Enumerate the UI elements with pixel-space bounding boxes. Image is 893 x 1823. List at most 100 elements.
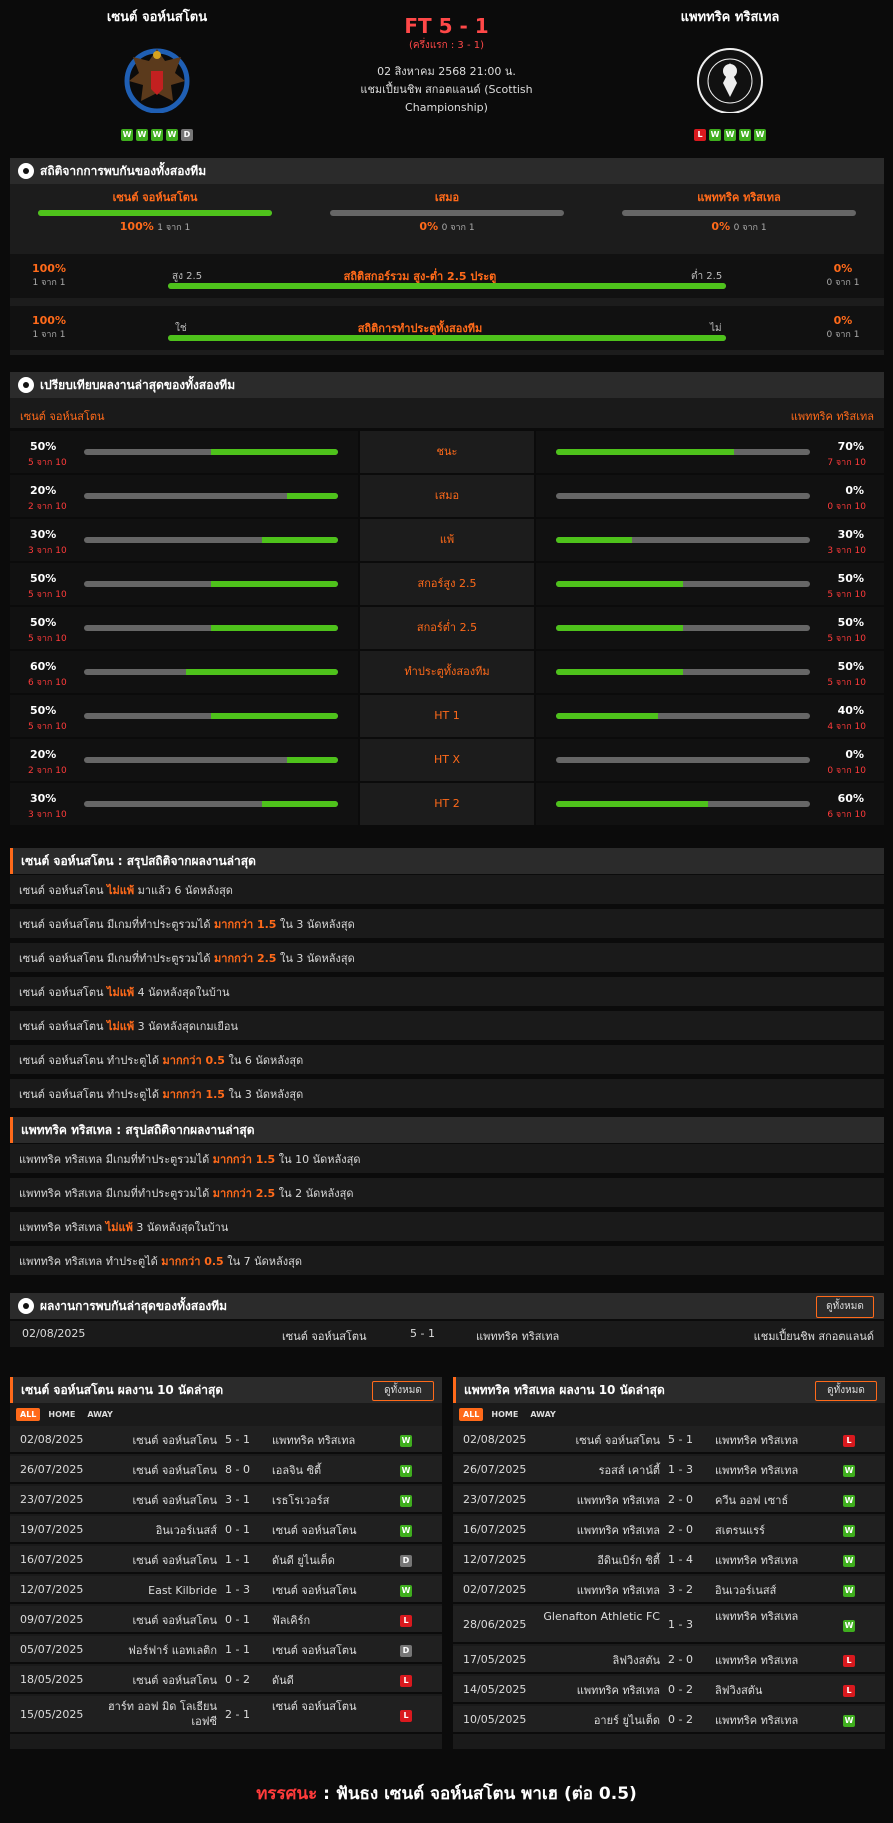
- h2h-result-row[interactable]: 02/08/2025 เซนต์ จอห์นสโตน 5 - 1 แพททริค…: [10, 1321, 884, 1347]
- match-score: 3 - 2: [668, 1583, 693, 1596]
- match-away-team: เซนต์ จอห์นสโตน: [272, 1584, 357, 1597]
- summary-highlight: ไม่แพ้: [107, 1020, 135, 1033]
- ou-left-sub: 1 จาก 1: [32, 278, 66, 288]
- league-name-cont[interactable]: Championship): [330, 99, 563, 117]
- h2h-view-all-button[interactable]: ดูทั้งหมด: [816, 1296, 874, 1318]
- match-row[interactable]: 18/05/2025 เซนต์ จอห์นสโตน 0 - 2 ดันดี L: [10, 1666, 442, 1694]
- btts-left-label: ใช่: [175, 323, 187, 334]
- result-badge: W: [843, 1465, 855, 1477]
- compare-home-sub: 5 จาก 10: [28, 722, 67, 732]
- match-row[interactable]: 19/07/2025 อินเวอร์เนสส์ 0 - 1 เซนต์ จอห์นส…: [10, 1516, 442, 1544]
- compare-away-cell: 30% 3 จาก 10: [536, 519, 884, 561]
- form-badge: W: [151, 129, 163, 141]
- compare-home-bar: [84, 581, 338, 587]
- summary-text-end: ใน 2 นัดหลังสุด: [275, 1187, 354, 1200]
- compare-home-pct: 50%: [30, 572, 57, 585]
- h2h-home-block: เซนต์ จอห์นสโตน 100% 1 จาก 1: [38, 188, 272, 234]
- away-team-name[interactable]: แพททริค ทริสเทล: [630, 6, 830, 27]
- result-badge: W: [400, 1465, 412, 1477]
- match-row[interactable]: 12/07/2025 อีดินเบิร์ก ซิตี้ 1 - 4 แพททริค …: [453, 1546, 885, 1574]
- h2h-home-pct: 100%: [119, 220, 154, 233]
- compare-home-pct: 20%: [30, 484, 57, 497]
- compare-label: เสมอ: [360, 475, 534, 517]
- match-home-team: รอสส์ เคาน์ตี้: [598, 1464, 660, 1477]
- match-row[interactable]: 15/05/2025 ฮาร์ท ออฟ มิด โลเธียน เอฟซี 2 -…: [10, 1696, 442, 1734]
- home-tab-all[interactable]: ALL: [16, 1408, 41, 1421]
- match-row[interactable]: 16/07/2025 แพททริค ทริสเทล 2 - 0 สเตรนแรร์ W: [453, 1516, 885, 1544]
- h2h-home-team: เซนต์ จอห์นสโตน: [282, 1330, 367, 1343]
- compare-away-bar-fill: [556, 537, 633, 543]
- match-away-team: อินเวอร์เนสส์: [715, 1584, 777, 1597]
- match-away-team: แพททริค ทริสเทล: [715, 1554, 799, 1567]
- summary-highlight: มากกว่า 1.5: [162, 1088, 225, 1101]
- compare-home-pct: 50%: [30, 616, 57, 629]
- result-badge: W: [400, 1435, 412, 1447]
- match-row[interactable]: 14/05/2025 แพททริค ทริสเทล 0 - 2 ลิฟวิงสตัน…: [453, 1676, 885, 1704]
- away-last10-table: แพททริค ทริสเทล ผลงาน 10 นัดล่าสุด ดูทั้…: [453, 1377, 885, 1749]
- compare-label: สกอร์ต่ำ 2.5: [360, 607, 534, 649]
- home-tab-home[interactable]: HOME: [44, 1408, 79, 1421]
- match-row[interactable]: 16/07/2025 เซนต์ จอห์นสโตน 1 - 1 ดันดี ยูไน…: [10, 1546, 442, 1574]
- match-row[interactable]: 26/07/2025 เซนต์ จอห์นสโตน 8 - 0 เอลจิน ซิต…: [10, 1456, 442, 1484]
- compare-home-cell: 30% 3 จาก 10: [10, 519, 358, 561]
- match-row[interactable]: 10/05/2025 อายร์ ยูไนเต็ด 0 - 2 แพททริค ทริ…: [453, 1706, 885, 1734]
- summary-text: เซนต์ จอห์นสโตน: [19, 986, 107, 999]
- result-badge: W: [843, 1555, 855, 1567]
- match-row[interactable]: 02/08/2025 เซนต์ จอห์นสโตน 5 - 1 แพททริค ทร…: [453, 1426, 885, 1454]
- compare-home-bar-fill: [261, 537, 338, 543]
- home-tab-away[interactable]: AWAY: [83, 1408, 117, 1421]
- match-home-team: ฮาร์ท ออฟ มิด โลเธียน เอฟซี: [107, 1700, 217, 1728]
- summary-text-end: ใน 10 นัดหลังสุด: [275, 1153, 361, 1166]
- prediction-colon: :: [317, 1784, 336, 1804]
- match-score: 8 - 0: [225, 1463, 250, 1476]
- summary-item: เซนต์ จอห์นสโตน ทำประตูได้ มากกว่า 0.5 ใ…: [10, 1045, 884, 1076]
- compare-home-pct: 30%: [30, 792, 57, 805]
- match-row[interactable]: 28/06/2025 Glenafton Athletic FC 1 - 3 แพทท…: [453, 1606, 885, 1644]
- compare-home-bar: [84, 757, 338, 763]
- compare-away-cell: 0% 0 จาก 10: [536, 739, 884, 781]
- compare-row: 20% 2 จาก 10 HT X 0% 0 จาก 10: [10, 739, 884, 781]
- away-last10-view-all-button[interactable]: ดูทั้งหมด: [815, 1381, 877, 1401]
- match-row[interactable]: 02/07/2025 แพททริค ทริสเทล 3 - 2 อินเวอร์เน…: [453, 1576, 885, 1604]
- match-away-team: แพททริค ทริสเทล: [715, 1654, 799, 1667]
- compare-home-cell: 50% 5 จาก 10: [10, 563, 358, 605]
- btts-right-label: ไม่: [710, 323, 722, 334]
- form-badge: W: [724, 129, 736, 141]
- summary-item: เซนต์ จอห์นสโตน มีเกมที่ทำประตูรวมได้ มา…: [10, 943, 884, 974]
- h2h-away-team: แพททริค ทริสเทล: [476, 1330, 560, 1343]
- home-team-name[interactable]: เซนต์ จอห์นสโตน: [57, 6, 257, 27]
- match-row[interactable]: 09/07/2025 เซนต์ จอห์นสโตน 0 - 1 ฟัลเคิร์ก L: [10, 1606, 442, 1634]
- match-row[interactable]: 26/07/2025 รอสส์ เคาน์ตี้ 1 - 3 แพททริค ทริ…: [453, 1456, 885, 1484]
- compare-away-cell: 50% 5 จาก 10: [536, 563, 884, 605]
- away-tab-all[interactable]: ALL: [459, 1408, 484, 1421]
- summary-text-end: 4 นัดหลังสุดในบ้าน: [134, 986, 230, 999]
- match-row[interactable]: 05/07/2025 ฟอร์ฟาร์ แอทเลติก 1 - 1 เซนต์ จอ…: [10, 1636, 442, 1664]
- btts-left-sub: 1 จาก 1: [32, 330, 66, 340]
- match-row[interactable]: 12/07/2025 East Kilbride 1 - 3 เซนต์ จอห์นส…: [10, 1576, 442, 1604]
- compare-away-pct: 60%: [837, 792, 864, 805]
- home-last10-view-all-button[interactable]: ดูทั้งหมด: [372, 1381, 434, 1401]
- away-tab-home[interactable]: HOME: [487, 1408, 522, 1421]
- match-home-team: เซนต์ จอห์นสโตน: [575, 1434, 661, 1447]
- compare-away-bar-fill: [556, 801, 709, 807]
- home-team-logo-icon: [121, 41, 193, 114]
- match-date: 14/05/2025: [463, 1683, 527, 1696]
- compare-row: 50% 5 จาก 10 สกอร์ต่ำ 2.5 50% 5 จาก 10: [10, 607, 884, 649]
- match-row[interactable]: 23/07/2025 แพททริค ทริสเทล 2 - 0 ควีน ออฟ เ…: [453, 1486, 885, 1514]
- compare-away-pct: 0%: [845, 748, 864, 761]
- match-away-team: ดันดี: [272, 1674, 294, 1687]
- match-row[interactable]: 02/08/2025 เซนต์ จอห์นสโตน 5 - 1 แพททริค ทร…: [10, 1426, 442, 1454]
- away-tab-away[interactable]: AWAY: [526, 1408, 560, 1421]
- result-badge: W: [400, 1525, 412, 1537]
- h2h-home-label: เซนต์ จอห์นสโตน: [112, 191, 198, 204]
- match-home-team: แพททริค ทริสเทล: [576, 1524, 660, 1537]
- league-name[interactable]: แชมเปี้ยนชิพ สกอตแลนด์ (Scottish: [330, 81, 563, 99]
- compare-home-bar-fill: [185, 669, 338, 675]
- prediction-text: ฟันธง เซนต์ จอห์นสโตน พาเฮ (ต่อ 0.5): [335, 1784, 637, 1804]
- compare-away-cell: 40% 4 จาก 10: [536, 695, 884, 737]
- halftime-score: (ครึ่งแรก : 3 - 1): [408, 40, 485, 51]
- compare-away-name: แพททริค ทริสเทล: [790, 410, 874, 423]
- match-row[interactable]: 17/05/2025 ลิฟวิงสตัน 2 - 0 แพททริค ทริสเทล…: [453, 1646, 885, 1674]
- match-home-team: อีดินเบิร์ก ซิตี้: [597, 1554, 660, 1567]
- match-row[interactable]: 23/07/2025 เซนต์ จอห์นสโตน 3 - 1 เรธโรเวอร์…: [10, 1486, 442, 1514]
